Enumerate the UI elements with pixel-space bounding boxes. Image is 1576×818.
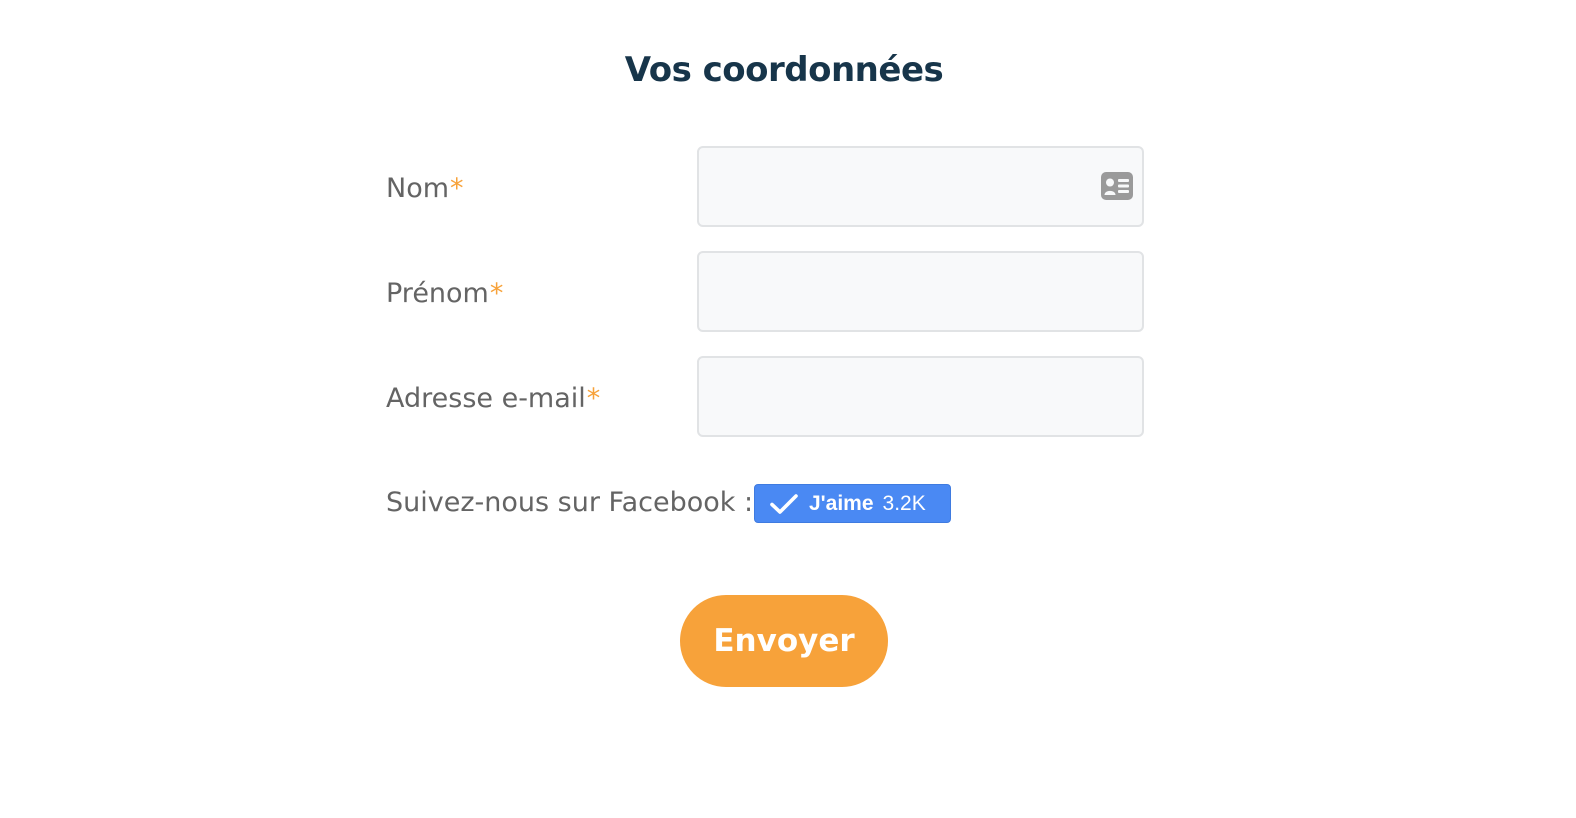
contact-card-icon[interactable] xyxy=(1100,171,1134,201)
prenom-label: Prénom* xyxy=(386,278,503,310)
email-field[interactable] xyxy=(697,356,1144,437)
prenom-label-text: Prénom xyxy=(386,278,489,309)
prenom-field[interactable] xyxy=(697,251,1144,332)
check-icon xyxy=(770,493,798,514)
nom-label: Nom* xyxy=(386,173,464,205)
nom-label-text: Nom xyxy=(386,173,450,204)
page-title: Vos coordonnées xyxy=(624,50,944,90)
nom-field[interactable] xyxy=(697,146,1144,227)
required-marker: * xyxy=(489,278,504,309)
facebook-like-label: J'aime xyxy=(809,491,874,515)
nom-input[interactable] xyxy=(699,148,1142,225)
required-marker: * xyxy=(450,173,464,204)
email-label-text: Adresse e-mail xyxy=(386,383,586,414)
required-marker: * xyxy=(586,383,601,414)
email-label: Adresse e-mail* xyxy=(386,383,600,415)
facebook-label: Suivez-nous sur Facebook : xyxy=(386,487,754,518)
facebook-like-button[interactable]: J'aime 3.2K xyxy=(754,484,951,523)
email-input[interactable] xyxy=(699,358,1142,435)
facebook-like-count: 3.2K xyxy=(882,491,926,515)
submit-button[interactable]: Envoyer xyxy=(680,595,888,687)
prenom-input[interactable] xyxy=(699,253,1142,330)
